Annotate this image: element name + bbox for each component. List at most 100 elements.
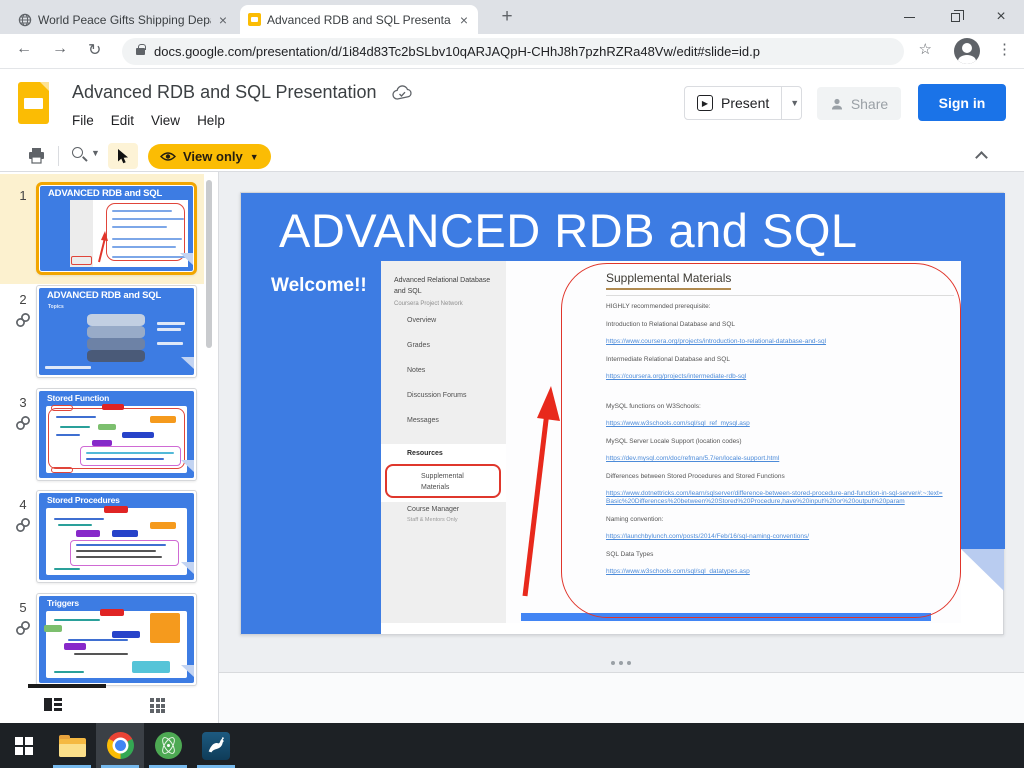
present-dropdown-icon[interactable]: ▼ [790, 98, 799, 108]
share-button[interactable]: Share [817, 87, 901, 120]
start-button[interactable] [0, 723, 48, 768]
taskbar-file-explorer[interactable] [48, 723, 96, 768]
slide-thumbnail-4[interactable]: Stored Procedures [36, 490, 197, 583]
slide-thumbnail-5[interactable]: Triggers [36, 593, 197, 686]
mini-subtitle: Topics [48, 304, 64, 310]
slide-welcome-text: Welcome!! [271, 275, 367, 296]
menu-item[interactable]: View [151, 113, 180, 128]
course-nav-item: Messages [407, 417, 439, 424]
zoom-tool-button[interactable]: ▼ [72, 147, 100, 158]
menu-bar: File Edit View Help [72, 112, 242, 130]
browser-tabstrip: World Peace Gifts Shipping Depa × Advanc… [0, 0, 1024, 34]
mini-title: ADVANCED RDB and SQL [47, 290, 162, 301]
zoom-dropdown-icon[interactable]: ▼ [91, 148, 100, 158]
close-icon: × [996, 8, 1006, 25]
globe-icon [18, 13, 32, 26]
new-tab-button[interactable]: + [495, 6, 519, 28]
browser-tab-inactive[interactable]: World Peace Gifts Shipping Depa × [10, 5, 237, 34]
url-text: docs.google.com/presentation/d/1i84d83Tc… [154, 44, 760, 59]
slide-background [961, 193, 1005, 549]
red-annotation-rounded-rect [561, 263, 961, 618]
reload-icon[interactable]: ↻ [88, 40, 101, 60]
mini-slide-3: Stored Function [39, 391, 194, 478]
current-slide[interactable]: ADVANCED RDB and SQL Welcome!! Advanced … [240, 192, 1005, 635]
eye-icon [160, 152, 176, 161]
course-nav-item: Notes [407, 367, 426, 374]
taskbar-mysql-workbench[interactable] [192, 723, 240, 768]
slides-header: Advanced RDB and SQL Presentation File Ed… [0, 70, 1024, 140]
speaker-notes-area [219, 673, 1024, 723]
course-manager-sub: Staff & Mentors Only [407, 517, 458, 523]
slide-thumbnail-3[interactable]: Stored Function [36, 388, 197, 481]
print-icon[interactable] [28, 148, 45, 169]
url-input[interactable]: docs.google.com/presentation/d/1i84d83Tc… [122, 38, 904, 65]
panel-view-switcher [0, 684, 217, 723]
select-tool-button[interactable] [108, 143, 138, 169]
browser-menu-icon[interactable]: ⋮ [997, 40, 1012, 58]
slide-number: 3 [19, 395, 27, 410]
menu-item[interactable]: File [72, 113, 94, 128]
view-only-label: View only [183, 149, 243, 164]
window-restore-button[interactable] [932, 0, 978, 34]
mini-slide-4: Stored Procedures [39, 493, 194, 580]
sign-in-label: Sign in [938, 94, 986, 111]
window-close-button[interactable]: × [978, 0, 1024, 34]
speaker-notes-handle[interactable] [611, 661, 631, 665]
present-button[interactable]: ▶ Present ▼ [684, 86, 802, 120]
profile-avatar[interactable] [954, 38, 980, 64]
view-only-button[interactable]: View only ▼ [148, 144, 271, 169]
document-title[interactable]: Advanced RDB and SQL Presentation [72, 82, 377, 103]
magnifier-icon [72, 147, 83, 158]
green-atom-app-icon [154, 732, 182, 759]
course-nav: Overview Grades Notes Discussion Forums Mess… [407, 317, 467, 442]
minimize-icon [903, 16, 915, 18]
active-view-indicator [28, 684, 106, 688]
taskbar-chrome[interactable] [96, 723, 144, 768]
tab-title: Advanced RDB and SQL Presenta [267, 12, 451, 27]
slides-toolbar: ▼ View only ▼ [0, 140, 1024, 172]
mini-arrow [98, 231, 108, 263]
person-icon [831, 98, 842, 109]
link-icon [15, 620, 31, 641]
red-annotation-arrow [522, 386, 560, 597]
mini-screenshot [70, 200, 188, 267]
menu-item[interactable]: Help [197, 113, 225, 128]
taskbar-green-atom-app[interactable] [144, 723, 192, 768]
sign-in-button[interactable]: Sign in [918, 84, 1006, 121]
link-icon [15, 312, 31, 333]
tab-close-icon[interactable]: × [458, 12, 470, 28]
divider [781, 87, 783, 119]
tab-title: World Peace Gifts Shipping Depa [38, 12, 211, 27]
slide-number: 2 [19, 292, 27, 307]
collapse-toolbar-icon[interactable] [975, 151, 988, 164]
mini-slide-2: ADVANCED RDB and SQL Topics [39, 288, 194, 375]
screen: World Peace Gifts Shipping Depa × Advanc… [0, 0, 1024, 768]
slides-app-icon[interactable] [18, 82, 49, 124]
mini-slide-1: ADVANCED RDB and SQL [40, 186, 193, 271]
window-minimize-button[interactable] [886, 0, 932, 34]
divider [58, 146, 59, 166]
grid-view-icon[interactable] [150, 698, 165, 713]
slide-number: 4 [19, 497, 27, 512]
browser-tab-active[interactable]: Advanced RDB and SQL Presenta × [240, 5, 478, 34]
slides-favicon-icon [248, 13, 261, 26]
slide-title: ADVANCED RDB and SQL [279, 204, 858, 257]
slide-canvas: ADVANCED RDB and SQL Welcome!! Advanced … [219, 172, 1024, 723]
link-icon [15, 415, 31, 436]
restore-icon [950, 9, 964, 22]
course-manager-label: Course Manager [407, 506, 460, 513]
slide-thumbnail-1[interactable]: ADVANCED RDB and SQL [36, 182, 197, 275]
coursera-sidebar: Advanced Relational Database and SQL Cou… [381, 261, 506, 623]
thumbnail-scrollbar[interactable] [206, 180, 212, 348]
course-nav-item: Discussion Forums [407, 392, 467, 399]
menu-item[interactable]: Edit [111, 113, 134, 128]
filmstrip-view-icon[interactable] [44, 698, 62, 711]
share-label: Share [850, 95, 889, 112]
bookmark-star-icon[interactable]: ☆ [919, 40, 932, 58]
back-icon[interactable]: ← [16, 40, 32, 58]
slide-thumbnail-2[interactable]: ADVANCED RDB and SQL Topics [36, 285, 197, 378]
forward-icon[interactable]: → [52, 40, 68, 58]
tab-close-icon[interactable]: × [217, 12, 229, 28]
link-icon [15, 517, 31, 538]
slide-number: 5 [19, 600, 27, 615]
